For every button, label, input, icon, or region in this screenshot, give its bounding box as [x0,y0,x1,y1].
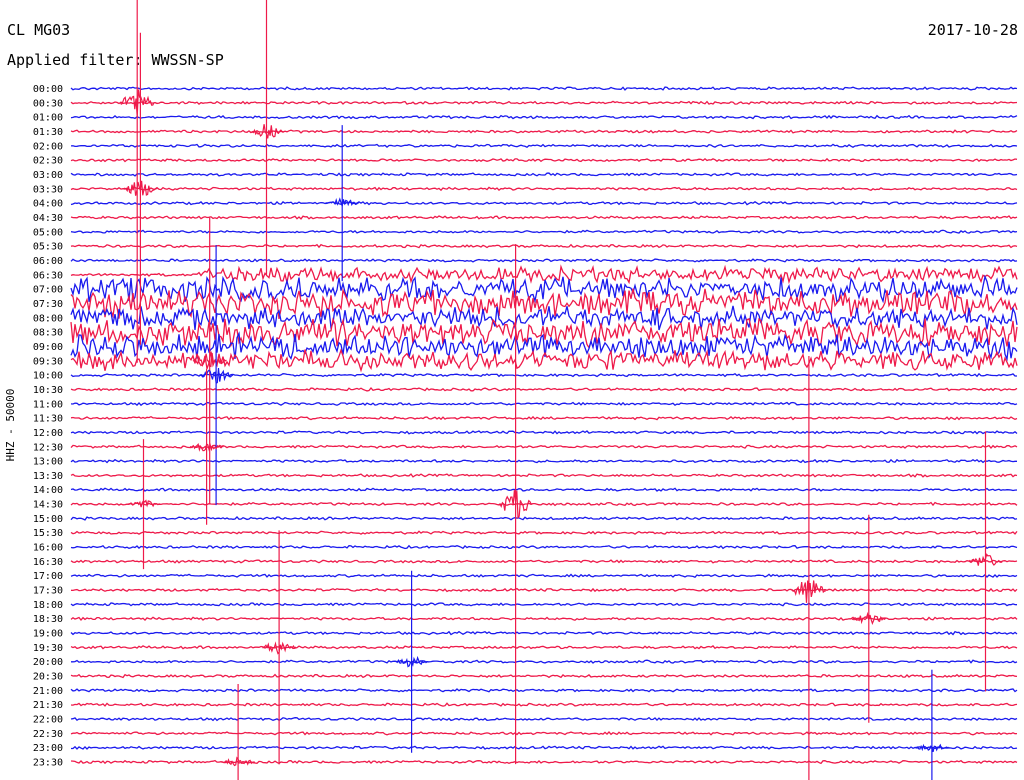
time-tick-label: 18:30 [33,614,63,625]
time-tick-label: 21:30 [33,700,63,711]
time-tick-label: 13:30 [33,471,63,482]
trace-line [70,530,1018,535]
trace-line [70,702,1018,707]
helicorder-plot: HHZ - 50000 00:00 00:30 01:00 01:30 02:00 02:… [4,0,1018,780]
time-tick-label: 01:30 [33,127,63,138]
trace-line [71,659,1018,664]
time-tick-label: 19:00 [33,629,63,640]
time-tick-label: 02:00 [33,141,63,152]
trace-line [70,186,1018,192]
trace-line [70,559,1018,564]
trace-line [70,516,1018,521]
trace-line [70,200,1018,206]
time-tick-label: 00:30 [33,98,63,109]
trace-line [70,716,1018,722]
trace-line [70,501,1018,507]
trace-line [70,630,1018,636]
time-tick-label: 20:00 [33,657,63,668]
trace-line [70,215,1018,220]
time-tick-label: 12:30 [33,442,63,453]
time-tick-label: 01:00 [33,113,63,124]
time-tick-label: 11:00 [33,399,63,410]
time-tick-label: 20:30 [33,672,63,683]
time-tick-label: 17:00 [33,571,63,582]
time-tick-label: 03:00 [33,170,63,181]
time-tick-label: 09:30 [33,356,63,367]
time-tick-label: 03:30 [33,184,63,195]
trace-line [70,386,1018,392]
time-tick-label: 10:30 [33,385,63,396]
trace-line [70,616,1018,622]
trace-line [70,157,1018,163]
time-tick-label: 23:30 [33,758,63,769]
time-tick-label: 14:30 [33,500,63,511]
time-tick-label: 05:00 [33,227,63,238]
time-tick-label: 11:30 [33,414,63,425]
trace-line [70,401,1018,407]
trace-line [70,602,1018,607]
time-tick-label: 12:00 [33,428,63,439]
time-tick-label: 18:00 [33,600,63,611]
time-tick-label: 00:00 [33,84,63,95]
trace-line [70,458,1017,464]
time-tick-label: 06:30 [33,270,63,281]
trace-line [70,143,1018,148]
trace-line [70,243,1018,249]
time-tick-label: 07:30 [33,299,63,310]
trace-line [70,573,1018,578]
trace-line [70,258,1018,263]
time-tick-label: 16:30 [33,557,63,568]
time-tick-label: 04:00 [33,199,63,210]
trace-line [70,688,1018,693]
time-tick-labels: 00:00 00:30 01:00 01:30 02:00 02:30 03:00 03:30… [33,84,63,769]
trace-line [70,114,1018,120]
trace-line [70,673,1018,679]
trace-line [71,745,1018,750]
time-tick-label: 08:30 [33,328,63,339]
seismic-traces [70,86,1018,765]
trace-line [70,587,1018,593]
time-tick-label: 21:00 [33,686,63,697]
trace-line [70,731,1018,736]
trace-line [70,430,1018,435]
trace-line [70,172,1018,177]
time-tick-label: 09:00 [33,342,63,353]
time-tick-label: 22:00 [33,715,63,726]
time-tick-label: 17:30 [33,586,63,597]
trace-line [70,264,1018,285]
trace-line [70,100,1018,105]
time-tick-label: 10:00 [33,371,63,382]
time-tick-label: 15:00 [33,514,63,525]
trace-line [70,487,1018,492]
trace-line [70,415,1018,421]
trace-line [70,473,1018,478]
y-axis-label: HHZ - 50000 [4,389,17,462]
trace-line [70,86,1018,91]
time-tick-label: 19:30 [33,643,63,654]
time-tick-label: 05:30 [33,242,63,253]
time-tick-label: 13:00 [33,457,63,468]
time-tick-label: 04:30 [33,213,63,224]
time-tick-label: 16:00 [33,543,63,554]
y-axis-label-group: HHZ - 50000 [4,389,17,462]
trace-line [70,129,1018,134]
time-tick-label: 23:00 [33,743,63,754]
time-tick-label: 15:30 [33,528,63,539]
time-tick-label: 06:00 [33,256,63,267]
trace-line [70,229,1018,234]
time-tick-label: 07:00 [33,285,63,296]
trace-line [70,759,1018,765]
time-tick-label: 22:30 [33,729,63,740]
trace-line [70,645,1018,650]
time-tick-label: 08:00 [33,313,63,324]
time-tick-label: 14:00 [33,485,63,496]
time-tick-label: 02:30 [33,156,63,167]
trace-line [70,544,1018,550]
